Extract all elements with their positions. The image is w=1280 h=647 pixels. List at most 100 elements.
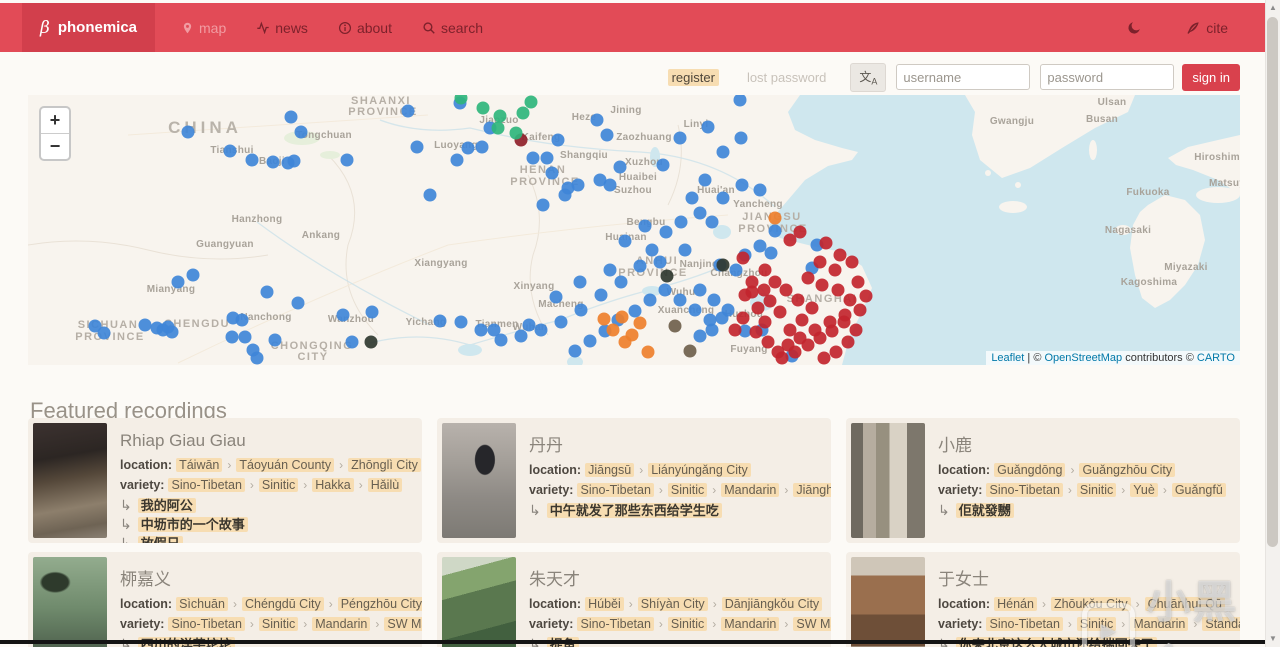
variety-link[interactable]: Yuè: [1130, 483, 1158, 497]
recording-marker[interactable]: [763, 294, 777, 308]
variety-link[interactable]: Mandarin: [721, 617, 780, 631]
recording-marker[interactable]: [603, 263, 617, 277]
recording-marker[interactable]: [716, 145, 730, 159]
recording-marker[interactable]: [851, 275, 865, 289]
story-link[interactable]: 放假日: [137, 536, 183, 543]
osm-link[interactable]: OpenStreetMap: [1044, 352, 1122, 364]
recording-marker[interactable]: [618, 234, 632, 248]
brand[interactable]: β phonemica: [22, 3, 156, 52]
recording-marker[interactable]: [736, 311, 750, 325]
recording-marker[interactable]: [558, 188, 572, 202]
speaker-name[interactable]: 朱天才: [529, 565, 826, 590]
location-link[interactable]: Táoyuán County: [236, 458, 335, 472]
recording-marker[interactable]: [613, 160, 627, 174]
recording-marker[interactable]: [659, 225, 673, 239]
recording-marker[interactable]: [540, 151, 554, 165]
recording-marker[interactable]: [181, 125, 195, 139]
variety-link[interactable]: Guǎngfǔ: [1171, 483, 1226, 497]
recording-marker[interactable]: [493, 109, 507, 123]
recording-marker[interactable]: [250, 351, 264, 365]
recording-marker[interactable]: [171, 275, 185, 289]
recording-marker[interactable]: [791, 293, 805, 307]
recording-marker[interactable]: [454, 315, 468, 329]
recording-marker[interactable]: [768, 275, 782, 289]
recording-marker[interactable]: [757, 283, 771, 297]
recording-marker[interactable]: [433, 314, 447, 328]
scroll-up-arrow[interactable]: ▲: [1266, 3, 1280, 12]
recording-marker[interactable]: [551, 133, 565, 147]
recording-marker[interactable]: [683, 344, 697, 358]
recording-marker[interactable]: [571, 178, 585, 192]
recording-marker[interactable]: [287, 154, 301, 168]
recording-marker[interactable]: [476, 101, 490, 115]
recording-marker[interactable]: [401, 104, 415, 118]
map-container[interactable]: CHINASHAANXIPROVINCEHENANPROVINCEJIANGSU…: [28, 95, 1240, 365]
variety-link[interactable]: Hakka: [312, 478, 354, 492]
location-link[interactable]: Húběi: [585, 597, 624, 611]
recording-marker[interactable]: [693, 283, 707, 297]
variety-link[interactable]: Sino-Tibetan: [168, 617, 245, 631]
speaker-name[interactable]: 小鹿: [938, 431, 1226, 456]
recording-marker[interactable]: [693, 206, 707, 220]
speaker-photo[interactable]: [851, 423, 925, 538]
recording-marker[interactable]: [764, 246, 778, 260]
speaker-photo[interactable]: [442, 423, 516, 538]
recording-marker[interactable]: [536, 198, 550, 212]
variety-link[interactable]: Mandarin: [1130, 617, 1189, 631]
variety-link[interactable]: Sino-Tibetan: [577, 617, 654, 631]
recording-marker[interactable]: [260, 285, 274, 299]
recording-marker[interactable]: [268, 333, 282, 347]
recording-marker[interactable]: [819, 236, 833, 250]
variety-link[interactable]: Sino-Tibetan: [986, 617, 1063, 631]
recording-marker[interactable]: [813, 331, 827, 345]
recording-marker[interactable]: [475, 140, 489, 154]
recording-marker[interactable]: [545, 166, 559, 180]
recording-marker[interactable]: [340, 153, 354, 167]
location-link[interactable]: Dānjiāngkǒu City: [721, 597, 823, 611]
recording-marker[interactable]: [853, 303, 867, 317]
recording-marker[interactable]: [245, 153, 259, 167]
recording-marker[interactable]: [768, 211, 782, 225]
recording-marker[interactable]: [494, 333, 508, 347]
speaker-name[interactable]: Rhiap Giau Giau: [120, 431, 417, 451]
location-link[interactable]: Shíyàn City: [637, 597, 708, 611]
recording-marker[interactable]: [849, 323, 863, 337]
recording-marker[interactable]: [758, 315, 772, 329]
recording-marker[interactable]: [606, 323, 620, 337]
recording-marker[interactable]: [653, 255, 667, 269]
location-link[interactable]: Hénán: [994, 597, 1037, 611]
zoom-out-button[interactable]: −: [41, 134, 69, 159]
variety-link[interactable]: Sinitic: [258, 478, 299, 492]
recording-marker[interactable]: [728, 323, 742, 337]
recording-marker[interactable]: [524, 95, 538, 109]
recording-marker[interactable]: [365, 305, 379, 319]
recording-marker[interactable]: [829, 345, 843, 359]
recording-marker[interactable]: [735, 178, 749, 192]
recording-marker[interactable]: [843, 293, 857, 307]
variety-link[interactable]: Sinitic: [667, 483, 708, 497]
speaker-photo[interactable]: [442, 557, 516, 647]
variety-link[interactable]: SW Mandarin: [793, 617, 831, 631]
recording-marker[interactable]: [801, 271, 815, 285]
recording-marker[interactable]: [583, 334, 597, 348]
recording-marker[interactable]: [831, 283, 845, 297]
recording-marker[interactable]: [600, 128, 614, 142]
recording-marker[interactable]: [656, 158, 670, 172]
story-link[interactable]: 中午就发了那些东西给学生吃: [546, 503, 722, 518]
recording-marker[interactable]: [674, 215, 688, 229]
recording-marker[interactable]: [845, 255, 859, 269]
recording-marker[interactable]: [345, 335, 359, 349]
recording-marker[interactable]: [673, 293, 687, 307]
dark-mode-toggle[interactable]: [1127, 20, 1142, 35]
location-link[interactable]: Zhōukǒu City: [1050, 597, 1131, 611]
recording-marker[interactable]: [554, 315, 568, 329]
recording-marker[interactable]: [788, 345, 802, 359]
recording-marker[interactable]: [729, 263, 743, 277]
register-link[interactable]: register: [667, 68, 719, 86]
recording-marker[interactable]: [701, 120, 715, 134]
recording-marker[interactable]: [716, 191, 730, 205]
recording-marker[interactable]: [336, 308, 350, 322]
recording-marker[interactable]: [594, 288, 608, 302]
recording-marker[interactable]: [491, 121, 505, 135]
recording-marker[interactable]: [410, 140, 424, 154]
